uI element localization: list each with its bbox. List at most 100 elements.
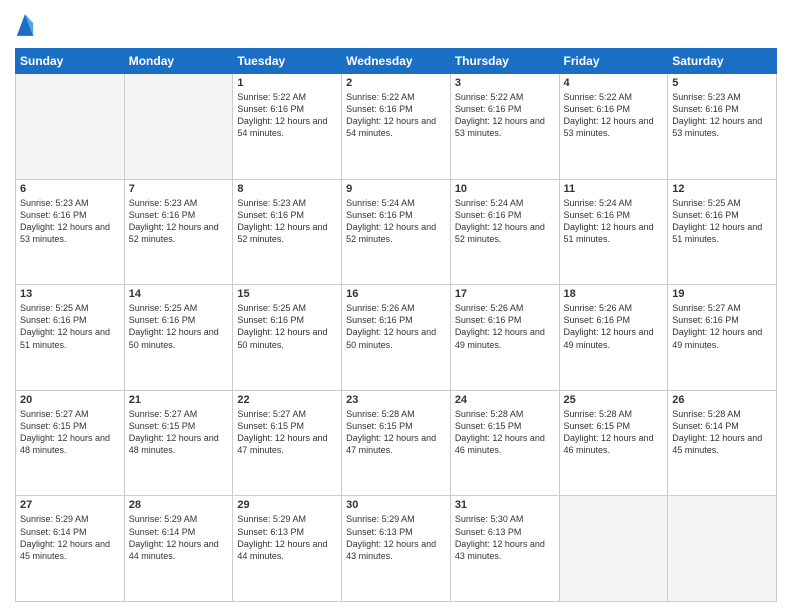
calendar-cell: 25 Sunrise: 5:28 AMSunset: 6:15 PMDayligh… xyxy=(559,390,668,496)
calendar-cell: 28 Sunrise: 5:29 AMSunset: 6:14 PMDayligh… xyxy=(124,496,233,602)
day-number: 23 xyxy=(346,394,446,406)
cell-info: Sunrise: 5:27 AMSunset: 6:16 PMDaylight:… xyxy=(672,302,772,351)
cell-info: Sunrise: 5:28 AMSunset: 6:15 PMDaylight:… xyxy=(346,408,446,457)
cell-info: Sunrise: 5:26 AMSunset: 6:16 PMDaylight:… xyxy=(564,302,664,351)
cell-info: Sunrise: 5:23 AMSunset: 6:16 PMDaylight:… xyxy=(20,197,120,246)
col-header-monday: Monday xyxy=(124,49,233,74)
calendar-cell xyxy=(124,74,233,180)
cell-info: Sunrise: 5:29 AMSunset: 6:13 PMDaylight:… xyxy=(346,513,446,562)
calendar-cell: 27 Sunrise: 5:29 AMSunset: 6:14 PMDayligh… xyxy=(16,496,125,602)
day-number: 26 xyxy=(672,394,772,406)
calendar-cell: 22 Sunrise: 5:27 AMSunset: 6:15 PMDayligh… xyxy=(233,390,342,496)
calendar-cell: 29Sunrise: 5:29 AMSunset: 6:13 PMDayligh… xyxy=(233,496,342,602)
calendar-cell: 30Sunrise: 5:29 AMSunset: 6:13 PMDayligh… xyxy=(342,496,451,602)
day-number: 22 xyxy=(237,394,337,406)
calendar-cell: 3 Sunrise: 5:22 AMSunset: 6:16 PMDaylight… xyxy=(450,74,559,180)
header xyxy=(15,10,777,40)
calendar-cell: 4 Sunrise: 5:22 AMSunset: 6:16 PMDaylight… xyxy=(559,74,668,180)
cell-info: Sunrise: 5:30 AMSunset: 6:13 PMDaylight:… xyxy=(455,513,555,562)
cell-info: Sunrise: 5:23 AMSunset: 6:16 PMDaylight:… xyxy=(129,197,229,246)
day-number: 18 xyxy=(564,288,664,300)
day-number: 16 xyxy=(346,288,446,300)
calendar-cell xyxy=(668,496,777,602)
calendar-cell: 17 Sunrise: 5:26 AMSunset: 6:16 PMDayligh… xyxy=(450,285,559,391)
col-header-saturday: Saturday xyxy=(668,49,777,74)
cell-info: Sunrise: 5:28 AMSunset: 6:15 PMDaylight:… xyxy=(455,408,555,457)
day-number: 11 xyxy=(564,183,664,195)
cell-info: Sunrise: 5:27 AMSunset: 6:15 PMDaylight:… xyxy=(129,408,229,457)
calendar-cell: 31 Sunrise: 5:30 AMSunset: 6:13 PMDayligh… xyxy=(450,496,559,602)
calendar-cell: 16 Sunrise: 5:26 AMSunset: 6:16 PMDayligh… xyxy=(342,285,451,391)
cell-info: Sunrise: 5:25 AMSunset: 6:16 PMDaylight:… xyxy=(129,302,229,351)
cell-info: Sunrise: 5:26 AMSunset: 6:16 PMDaylight:… xyxy=(346,302,446,351)
cell-info: Sunrise: 5:23 AMSunset: 6:16 PMDaylight:… xyxy=(672,91,772,140)
day-number: 2 xyxy=(346,77,446,89)
calendar-cell: 23 Sunrise: 5:28 AMSunset: 6:15 PMDayligh… xyxy=(342,390,451,496)
cell-info: Sunrise: 5:24 AMSunset: 6:16 PMDaylight:… xyxy=(455,197,555,246)
calendar-cell: 1 Sunrise: 5:22 AMSunset: 6:16 PMDaylight… xyxy=(233,74,342,180)
calendar-table: SundayMondayTuesdayWednesdayThursdayFrid… xyxy=(15,48,777,602)
calendar-cell: 15 Sunrise: 5:25 AMSunset: 6:16 PMDayligh… xyxy=(233,285,342,391)
calendar-cell: 8Sunrise: 5:23 AMSunset: 6:16 PMDaylight… xyxy=(233,179,342,285)
calendar-cell: 14 Sunrise: 5:25 AMSunset: 6:16 PMDayligh… xyxy=(124,285,233,391)
day-number: 3 xyxy=(455,77,555,89)
page: SundayMondayTuesdayWednesdayThursdayFrid… xyxy=(0,0,792,612)
cell-info: Sunrise: 5:27 AMSunset: 6:15 PMDaylight:… xyxy=(237,408,337,457)
day-number: 12 xyxy=(672,183,772,195)
calendar-cell xyxy=(16,74,125,180)
calendar-cell: 13Sunrise: 5:25 AMSunset: 6:16 PMDayligh… xyxy=(16,285,125,391)
cell-info: Sunrise: 5:28 AMSunset: 6:15 PMDaylight:… xyxy=(564,408,664,457)
day-number: 27 xyxy=(20,499,120,511)
calendar-cell xyxy=(559,496,668,602)
calendar-cell: 18 Sunrise: 5:26 AMSunset: 6:16 PMDayligh… xyxy=(559,285,668,391)
day-number: 4 xyxy=(564,77,664,89)
day-number: 1 xyxy=(237,77,337,89)
calendar-cell: 20 Sunrise: 5:27 AMSunset: 6:15 PMDayligh… xyxy=(16,390,125,496)
day-number: 7 xyxy=(129,183,229,195)
cell-info: Sunrise: 5:28 AMSunset: 6:14 PMDaylight:… xyxy=(672,408,772,457)
cell-info: Sunrise: 5:22 AMSunset: 6:16 PMDaylight:… xyxy=(237,91,337,140)
cell-info: Sunrise: 5:24 AMSunset: 6:16 PMDaylight:… xyxy=(564,197,664,246)
day-number: 20 xyxy=(20,394,120,406)
day-number: 10 xyxy=(455,183,555,195)
cell-info: Sunrise: 5:22 AMSunset: 6:16 PMDaylight:… xyxy=(564,91,664,140)
calendar-cell: 21 Sunrise: 5:27 AMSunset: 6:15 PMDayligh… xyxy=(124,390,233,496)
day-number: 21 xyxy=(129,394,229,406)
cell-info: Sunrise: 5:24 AMSunset: 6:16 PMDaylight:… xyxy=(346,197,446,246)
day-number: 24 xyxy=(455,394,555,406)
day-number: 29 xyxy=(237,499,337,511)
day-number: 28 xyxy=(129,499,229,511)
cell-info: Sunrise: 5:25 AMSunset: 6:16 PMDaylight:… xyxy=(20,302,120,351)
day-number: 9 xyxy=(346,183,446,195)
calendar-cell: 7 Sunrise: 5:23 AMSunset: 6:16 PMDaylight… xyxy=(124,179,233,285)
cell-info: Sunrise: 5:29 AMSunset: 6:14 PMDaylight:… xyxy=(20,513,120,562)
day-number: 19 xyxy=(672,288,772,300)
cell-info: Sunrise: 5:25 AMSunset: 6:16 PMDaylight:… xyxy=(672,197,772,246)
day-number: 14 xyxy=(129,288,229,300)
day-number: 25 xyxy=(564,394,664,406)
calendar-cell: 26 Sunrise: 5:28 AMSunset: 6:14 PMDayligh… xyxy=(668,390,777,496)
calendar-cell: 9 Sunrise: 5:24 AMSunset: 6:16 PMDaylight… xyxy=(342,179,451,285)
day-number: 6 xyxy=(20,183,120,195)
day-number: 5 xyxy=(672,77,772,89)
day-number: 15 xyxy=(237,288,337,300)
day-number: 17 xyxy=(455,288,555,300)
calendar-cell: 2 Sunrise: 5:22 AMSunset: 6:16 PMDaylight… xyxy=(342,74,451,180)
calendar-cell: 24 Sunrise: 5:28 AMSunset: 6:15 PMDayligh… xyxy=(450,390,559,496)
cell-info: Sunrise: 5:25 AMSunset: 6:16 PMDaylight:… xyxy=(237,302,337,351)
cell-info: Sunrise: 5:27 AMSunset: 6:15 PMDaylight:… xyxy=(20,408,120,457)
logo-icon xyxy=(15,10,35,40)
day-number: 31 xyxy=(455,499,555,511)
calendar-cell: 10 Sunrise: 5:24 AMSunset: 6:16 PMDayligh… xyxy=(450,179,559,285)
cell-info: Sunrise: 5:22 AMSunset: 6:16 PMDaylight:… xyxy=(455,91,555,140)
col-header-friday: Friday xyxy=(559,49,668,74)
logo xyxy=(15,10,37,40)
calendar-cell: 5 Sunrise: 5:23 AMSunset: 6:16 PMDaylight… xyxy=(668,74,777,180)
calendar-cell: 12 Sunrise: 5:25 AMSunset: 6:16 PMDayligh… xyxy=(668,179,777,285)
col-header-sunday: Sunday xyxy=(16,49,125,74)
cell-info: Sunrise: 5:29 AMSunset: 6:14 PMDaylight:… xyxy=(129,513,229,562)
col-header-thursday: Thursday xyxy=(450,49,559,74)
cell-info: Sunrise: 5:22 AMSunset: 6:16 PMDaylight:… xyxy=(346,91,446,140)
calendar-cell: 6 Sunrise: 5:23 AMSunset: 6:16 PMDaylight… xyxy=(16,179,125,285)
cell-info: Sunrise: 5:26 AMSunset: 6:16 PMDaylight:… xyxy=(455,302,555,351)
